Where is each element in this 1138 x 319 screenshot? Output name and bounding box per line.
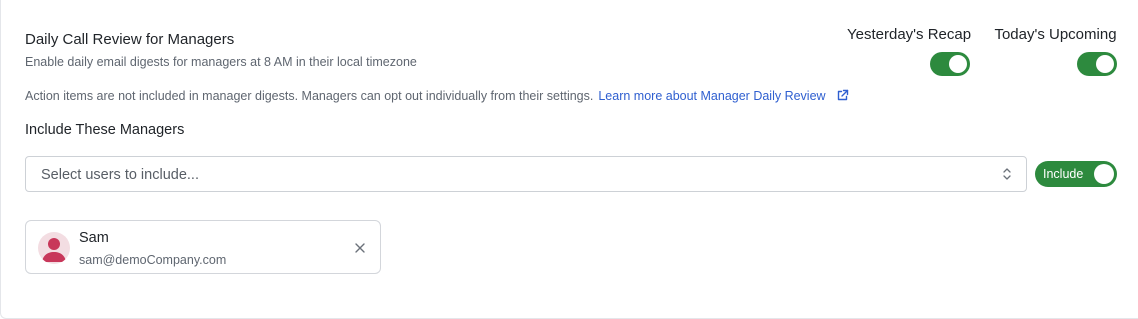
info-text: Action items are not included in manager…: [25, 89, 594, 103]
info-text-row: Action items are not included in manager…: [25, 89, 849, 105]
user-avatar-icon: [38, 232, 70, 264]
close-icon[interactable]: [354, 241, 366, 259]
yesterday-recap-label: Yesterday's Recap: [847, 26, 972, 43]
yesterday-recap-column: Yesterday's Recap: [847, 26, 971, 43]
chevron-up-down-icon: [1002, 166, 1012, 187]
toggle-knob: [1094, 164, 1114, 184]
include-managers-label: Include These Managers: [25, 122, 185, 138]
yesterday-recap-toggle[interactable]: [930, 52, 970, 76]
user-name: Sam: [79, 230, 109, 246]
external-link-icon[interactable]: [836, 89, 849, 105]
section-title: Daily Call Review for Managers: [25, 31, 235, 48]
user-email: sam@demoCompany.com: [79, 253, 227, 267]
learn-more-link[interactable]: Learn more about Manager Daily Review: [598, 89, 825, 103]
today-upcoming-toggle[interactable]: [1077, 52, 1117, 76]
selected-user-card: Sam sam@demoCompany.com: [25, 220, 381, 274]
select-placeholder: Select users to include...: [41, 167, 199, 183]
toggle-knob: [1096, 55, 1114, 73]
section-subtitle: Enable daily email digests for managers …: [25, 55, 417, 69]
include-mode-toggle[interactable]: Include: [1035, 161, 1117, 187]
today-upcoming-label: Today's Upcoming: [994, 26, 1117, 43]
toggle-knob: [949, 55, 967, 73]
include-mode-label: Include: [1043, 167, 1084, 181]
today-upcoming-column: Today's Upcoming: [993, 26, 1118, 43]
user-select-dropdown[interactable]: Select users to include...: [25, 156, 1027, 192]
